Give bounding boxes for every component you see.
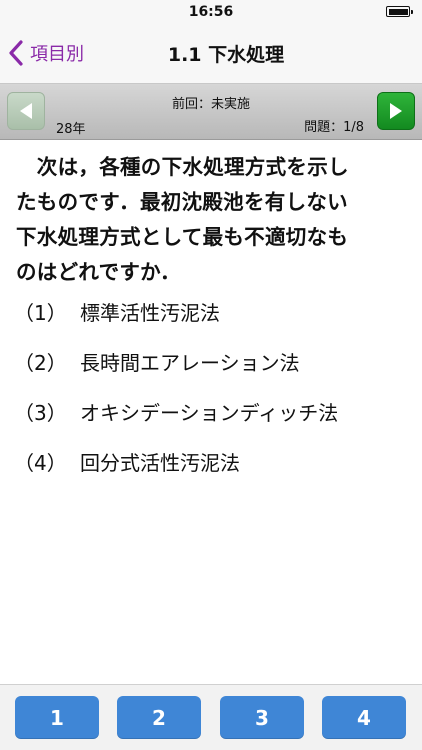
- answer-button-4[interactable]: 4: [322, 696, 406, 739]
- answer-bar: 1 2 3 4: [0, 684, 422, 750]
- choice-text: オキシデーションディッチ法: [80, 400, 339, 425]
- page-title: 1.1 下水処理: [167, 44, 285, 66]
- answer-button-3[interactable]: 3: [220, 696, 304, 739]
- choice-list: （1） 標準活性汚泥法 （2） 長時間エアレーション法 （3） オキシデーション…: [14, 286, 414, 486]
- question-line: たものです．最初沈殿池を有しない: [16, 190, 348, 214]
- answer-button-2[interactable]: 2: [117, 696, 201, 739]
- question-line: 下水処理方式として最も不適切なも: [16, 225, 349, 249]
- choice-number: （4）: [14, 450, 67, 475]
- choice-text: 長時間エアレーション法: [80, 350, 300, 375]
- battery-icon: [386, 6, 413, 17]
- choice-number: （3）: [14, 400, 67, 425]
- question-toolbar: 28年 前回：未実施 問題：1/8: [0, 84, 422, 140]
- question-counter: 問題：1/8: [304, 120, 364, 135]
- choice-item: （3） オキシデーションディッチ法: [14, 386, 414, 436]
- status-time: 16:56: [188, 4, 234, 20]
- answer-button-1[interactable]: 1: [15, 696, 99, 739]
- exam-year: 28年: [56, 122, 86, 137]
- choice-item: （4） 回分式活性汚泥法: [14, 436, 414, 486]
- choice-text: 回分式活性汚泥法: [80, 450, 240, 475]
- navigation-bar: 項目別 1.1 下水処理: [0, 24, 422, 84]
- choice-number: （2）: [14, 350, 67, 375]
- choice-item: （2） 長時間エアレーション法: [14, 336, 414, 386]
- question-line: のはどれですか．: [16, 260, 181, 284]
- question-line: 次は，各種の下水処理方式を示し: [16, 155, 349, 179]
- choice-number: （1）: [14, 300, 67, 325]
- triangle-right-icon: [390, 103, 402, 119]
- question-text: 次は，各種の下水処理方式を示し たものです．最初沈殿池を有しない 下水処理方式と…: [16, 150, 412, 290]
- choice-item: （1） 標準活性汚泥法: [14, 286, 414, 336]
- previous-result: 前回：未実施: [171, 97, 250, 112]
- next-question-button[interactable]: [377, 92, 415, 130]
- status-bar: 16:56: [0, 0, 422, 24]
- choice-text: 標準活性汚泥法: [80, 300, 220, 325]
